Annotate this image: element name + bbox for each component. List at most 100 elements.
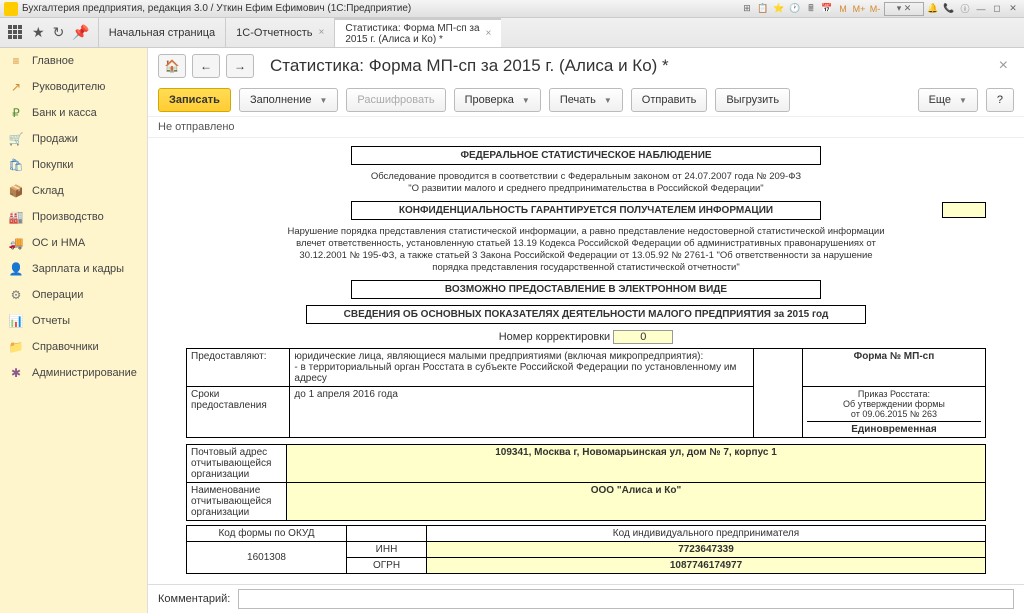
sidebar-item[interactable]: 👤Зарплата и кадры: [0, 256, 147, 282]
org-table: Почтовый адрес отчитывающейся организаци…: [186, 444, 986, 521]
tb-icon[interactable]: 📞: [942, 2, 956, 16]
sidebar-icon: 🏭: [8, 209, 24, 225]
search-box[interactable]: ▾ ✕: [884, 2, 924, 16]
inn-value[interactable]: 7723647339: [427, 542, 986, 558]
sidebar-item[interactable]: 🏭 Производство: [0, 204, 147, 230]
comment-input[interactable]: [238, 589, 1014, 609]
sidebar-icon: 🚚: [8, 235, 24, 251]
tb-icon[interactable]: 📅: [820, 2, 834, 16]
status-text: Не отправлено: [148, 117, 1024, 138]
minimize-button[interactable]: —: [974, 2, 988, 16]
tb-icon[interactable]: 📋: [756, 2, 770, 16]
chevron-down-icon: ▼: [522, 96, 530, 105]
sidebar-label: Главное: [32, 55, 74, 67]
window-titlebar: Бухгалтерия предприятия, редакция 3.0 / …: [0, 0, 1024, 18]
sidebar: ≡ Главное ↗Руководителю ₽ Банк и касса 🛒Прода…: [0, 48, 148, 613]
sidebar-item[interactable]: 📊Отчеты: [0, 308, 147, 334]
memory-mminus[interactable]: M-: [868, 2, 882, 16]
info-title: СВЕДЕНИЯ ОБ ОСНОВНЫХ ПОКАЗАТЕЛЯХ ДЕЯТЕЛЬ…: [306, 305, 866, 324]
back-button[interactable]: ←: [192, 54, 220, 78]
sidebar-label: Руководителю: [32, 81, 105, 93]
sidebar-icon: 📦: [8, 183, 24, 199]
sidebar-item[interactable]: ≡ Главное: [0, 48, 147, 74]
tb-icon[interactable]: ⭐: [772, 2, 786, 16]
electronic-heading: ВОЗМОЖНО ПРЕДОСТАВЛЕНИЕ В ЭЛЕКТРОННОМ ВИ…: [351, 280, 821, 299]
sidebar-item[interactable]: ⚙Операции: [0, 282, 147, 308]
check-button[interactable]: Проверка▼: [454, 88, 541, 112]
sidebar-item[interactable]: 🛒Продажи: [0, 126, 147, 152]
sidebar-item[interactable]: ↗Руководителю: [0, 74, 147, 100]
sidebar-label: ОС и НМА: [32, 237, 85, 249]
home-button[interactable]: 🏠: [158, 54, 186, 78]
close-button[interactable]: ✕: [1006, 2, 1020, 16]
memory-m[interactable]: M: [836, 2, 850, 16]
correction-label: Номер корректировки: [499, 331, 610, 343]
pin-icon[interactable]: 📌: [72, 24, 89, 41]
memory-mplus[interactable]: M+: [852, 2, 866, 16]
close-icon[interactable]: ×: [318, 27, 324, 38]
tab-start[interactable]: Начальная страница: [98, 18, 225, 47]
export-button[interactable]: Выгрузить: [715, 88, 790, 112]
fill-button[interactable]: Заполнение▼: [239, 88, 338, 112]
sidebar-item[interactable]: 🛍Покупки: [0, 152, 147, 178]
close-page-icon[interactable]: ×: [993, 57, 1014, 75]
address-label: Почтовый адрес отчитывающейся организаци…: [187, 445, 287, 483]
favorite-icon[interactable]: ★: [32, 24, 45, 41]
sidebar-label: Отчеты: [32, 315, 70, 327]
forward-button[interactable]: →: [226, 54, 254, 78]
sidebar-item[interactable]: 🚚 ОС и НМА: [0, 230, 147, 256]
tb-icon[interactable]: 🔔: [926, 2, 940, 16]
maximize-button[interactable]: ◻: [990, 2, 1004, 16]
sidebar-icon: ₽: [8, 105, 24, 121]
chevron-down-icon: ▼: [959, 96, 967, 105]
sidebar-label: Производство: [32, 211, 104, 223]
correction-row: Номер корректировки 0: [186, 330, 986, 344]
tab-label: 2015 г. (Алиса и Ко) *: [345, 34, 479, 45]
tb-icon[interactable]: ⓘ: [958, 2, 972, 16]
ogrn-value[interactable]: 1087746174977: [427, 558, 986, 574]
inn-label: ИНН: [347, 542, 427, 558]
sidebar-item[interactable]: ✱Администрирование: [0, 360, 147, 386]
orgname-label: Наименование отчитывающейся организации: [187, 483, 287, 521]
okud-label: Код формы по ОКУД: [187, 526, 347, 542]
tb-icon[interactable]: 🕐: [788, 2, 802, 16]
sidebar-label: Банк и касса: [32, 107, 97, 119]
decode-button[interactable]: Расшифровать: [346, 88, 445, 112]
tab-label: 1С-Отчетность: [236, 27, 312, 39]
sidebar-label: Справочники: [32, 341, 99, 353]
once-label: Единовременная: [807, 421, 981, 435]
sidebar-label: Операции: [32, 289, 83, 301]
app-icon: [4, 2, 18, 16]
correction-value[interactable]: 0: [613, 330, 673, 344]
sidebar-icon: 👤: [8, 261, 24, 277]
sidebar-item[interactable]: 📦Склад: [0, 178, 147, 204]
provide-label: Предоставляют:: [187, 349, 290, 387]
tb-icon[interactable]: ⊞: [740, 2, 754, 16]
help-button[interactable]: ?: [986, 88, 1014, 112]
deadline-label: Сроки предоставления: [187, 387, 290, 438]
document-area[interactable]: ФЕДЕРАЛЬНОЕ СТАТИСТИЧЕСКОЕ НАБЛЮДЕНИЕ Об…: [148, 138, 1024, 584]
tab-statistics[interactable]: Статистика: Форма МП-сп за2015 г. (Алиса…: [334, 18, 501, 47]
history-icon[interactable]: ↻: [53, 24, 65, 41]
sidebar-icon: ≡: [8, 53, 24, 69]
form-number: Форма № МП-сп: [802, 349, 985, 387]
send-button[interactable]: Отправить: [631, 88, 708, 112]
sidebar-item[interactable]: 📁Справочники: [0, 334, 147, 360]
close-icon[interactable]: ×: [486, 28, 492, 39]
save-button[interactable]: Записать: [158, 88, 231, 112]
sidebar-label: Администрирование: [32, 367, 137, 379]
print-button[interactable]: Печать▼: [549, 88, 623, 112]
okud-value: 1601308: [187, 542, 347, 574]
tabbar: ★ ↻ 📌 Начальная страница 1С-Отчетность× …: [0, 18, 1024, 48]
more-button[interactable]: Еще▼: [918, 88, 978, 112]
tab-reporting[interactable]: 1С-Отчетность ×: [225, 18, 334, 47]
doc-heading: ФЕДЕРАЛЬНОЕ СТАТИСТИЧЕСКОЕ НАБЛЮДЕНИЕ: [351, 146, 821, 165]
provide-text: юридические лица, являющиеся малыми пред…: [290, 349, 754, 387]
orgname-value[interactable]: ООО "Алиса и Ко": [287, 483, 986, 521]
tb-icon[interactable]: 🖩: [804, 2, 818, 16]
sidebar-item[interactable]: ₽ Банк и касса: [0, 100, 147, 126]
law-text: Обследование проводится в соответствии с…: [186, 171, 986, 195]
address-value[interactable]: 109341, Москва г, Новомарьинская ул, дом…: [287, 445, 986, 483]
apps-grid-icon[interactable]: [8, 25, 24, 41]
toolbar: Записать Заполнение▼ Расшифровать Провер…: [148, 84, 1024, 117]
